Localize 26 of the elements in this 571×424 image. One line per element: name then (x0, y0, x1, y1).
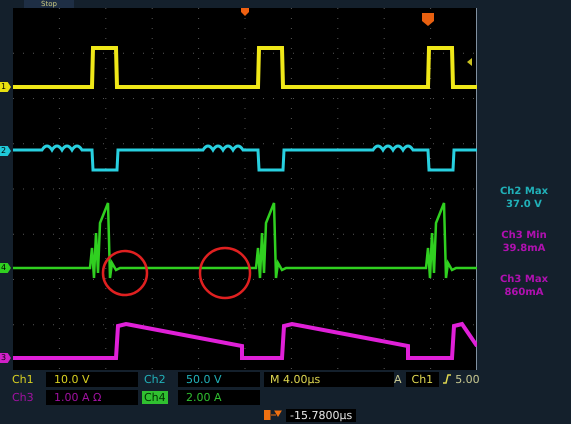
channel-scale: 1.00 A Ω (46, 390, 138, 404)
trigger-label: A (394, 372, 402, 386)
measurement-readout: Ch3 Max 860mA (500, 273, 548, 299)
channel-label[interactable]: Ch1 (10, 372, 36, 386)
annotation-circle (198, 246, 252, 300)
channel-scale: 10.0 V (46, 372, 138, 386)
timebase-readout: M 4.00µs (264, 372, 394, 386)
channel-marker[interactable]: 1 (0, 82, 11, 92)
trigger-offset: -15.7800µs (286, 408, 356, 422)
channel-marker[interactable]: 2 (0, 146, 11, 156)
trigger-level-arrow-icon (467, 58, 472, 66)
trigger-marker-icon (422, 13, 434, 26)
annotation-circle (102, 250, 148, 296)
channel-marker[interactable]: 3 (0, 353, 11, 363)
measurement-readout: Ch3 Min 39.8mA (501, 229, 547, 255)
channel-label[interactable]: Ch4 (142, 390, 168, 404)
trigger-source: Ch1 (406, 372, 440, 386)
channel-label[interactable]: Ch2 (142, 372, 168, 386)
channel-scale: 2.00 A (178, 390, 260, 404)
trigger-offset-icon (264, 410, 282, 420)
trigger-level: 5.00 (455, 372, 480, 386)
measurement-readout: Ch2 Max 37.0 V (500, 185, 548, 211)
trigger-position-icon (241, 8, 249, 16)
channel-scale: 50.0 V (178, 372, 260, 386)
channel-marker[interactable]: 4 (0, 263, 11, 273)
rising-edge-icon (443, 374, 452, 384)
